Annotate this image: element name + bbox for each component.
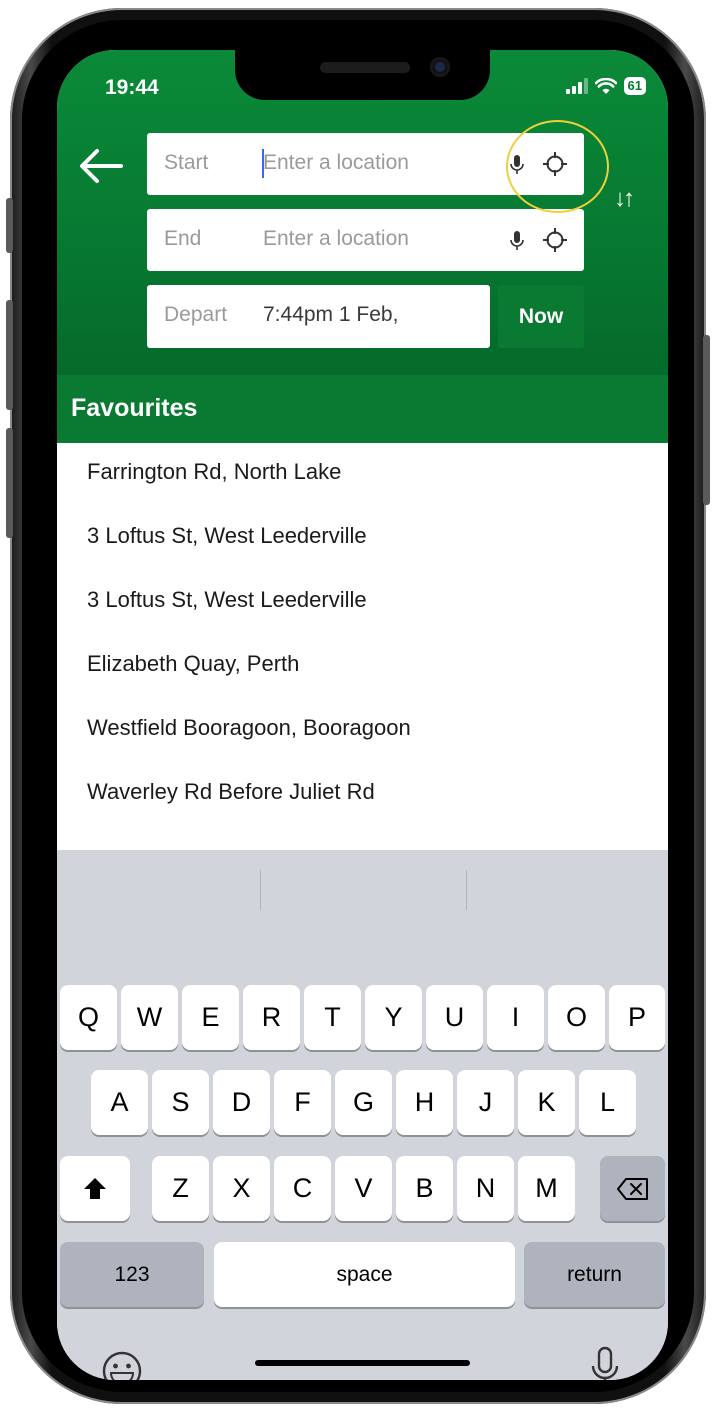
depart-time-field[interactable]: Depart 7:44pm 1 Feb, — [147, 285, 490, 348]
key-h[interactable]: H — [396, 1070, 453, 1135]
now-button[interactable]: Now — [498, 285, 584, 348]
favourites-title: Favourites — [71, 394, 198, 422]
backspace-icon — [616, 1178, 648, 1200]
key-j[interactable]: J — [457, 1070, 514, 1135]
key-i[interactable]: I — [487, 985, 544, 1050]
key-u[interactable]: U — [426, 985, 483, 1050]
wifi-icon — [594, 77, 617, 94]
list-item[interactable]: 3 Loftus St, West Leederville — [57, 507, 668, 571]
key-l[interactable]: L — [579, 1070, 636, 1135]
key-q[interactable]: Q — [60, 985, 117, 1050]
phone-screen: 19:44 61 Start Enter a location End Ente… — [57, 50, 668, 1380]
key-p[interactable]: P — [609, 985, 665, 1050]
return-key[interactable]: return — [524, 1242, 665, 1307]
list-item[interactable]: Waverley Rd Before Juliet Rd — [57, 763, 668, 827]
key-d[interactable]: D — [213, 1070, 270, 1135]
key-k[interactable]: K — [518, 1070, 575, 1135]
shift-icon — [84, 1178, 106, 1199]
list-item[interactable]: Elizabeth Quay, Perth — [57, 635, 668, 699]
key-x[interactable]: X — [213, 1156, 270, 1221]
side-button — [6, 198, 13, 253]
depart-time-value[interactable]: 7:44pm 1 Feb, — [263, 303, 398, 327]
trip-planner-header: 19:44 61 Start Enter a location End Ente… — [57, 50, 668, 375]
key-f[interactable]: F — [274, 1070, 331, 1135]
battery-icon: 61 — [623, 77, 646, 95]
key-r[interactable]: R — [243, 985, 300, 1050]
list-item[interactable]: 3 Loftus St, West Leederville — [57, 571, 668, 635]
key-w[interactable]: W — [121, 985, 178, 1050]
key-a[interactable]: A — [91, 1070, 148, 1135]
key-y[interactable]: Y — [365, 985, 422, 1050]
end-location-input[interactable]: Enter a location — [263, 227, 409, 251]
speaker — [320, 62, 410, 73]
side-button — [6, 428, 13, 538]
signal-icon — [565, 78, 588, 94]
list-item[interactable]: Westfield Booragoon, Booragoon — [57, 699, 668, 763]
emoji-icon[interactable] — [101, 1350, 143, 1380]
key-c[interactable]: C — [274, 1156, 331, 1221]
current-location-icon[interactable] — [543, 228, 567, 252]
side-button — [6, 300, 13, 410]
list-item[interactable]: Farrington Rd, North Lake — [57, 443, 668, 507]
suggestion-divider — [260, 870, 261, 910]
depart-label: Depart — [164, 303, 228, 326]
space-key[interactable]: space — [214, 1242, 515, 1307]
on-screen-keyboard: Q W E R T Y U I O P A S D F G H J K L Z … — [57, 850, 668, 1380]
suggestion-divider — [466, 870, 467, 910]
key-o[interactable]: O — [548, 985, 605, 1050]
key-g[interactable]: G — [335, 1070, 392, 1135]
key-n[interactable]: N — [457, 1156, 514, 1221]
favourites-list: Farrington Rd, North Lake 3 Loftus St, W… — [57, 443, 668, 827]
shift-key[interactable] — [60, 1156, 130, 1221]
camera — [430, 57, 450, 77]
key-m[interactable]: M — [518, 1156, 575, 1221]
status-time: 19:44 — [105, 76, 159, 99]
key-t[interactable]: T — [304, 985, 361, 1050]
key-e[interactable]: E — [182, 985, 239, 1050]
home-indicator[interactable] — [255, 1360, 470, 1366]
notch — [235, 50, 490, 100]
delete-key[interactable] — [600, 1156, 665, 1221]
key-s[interactable]: S — [152, 1070, 209, 1135]
key-z[interactable]: Z — [152, 1156, 209, 1221]
status-indicators: 61 — [565, 77, 646, 95]
swap-locations-icon[interactable]: ↓↑ — [614, 185, 635, 213]
dictation-microphone-icon[interactable] — [589, 1346, 621, 1380]
microphone-icon[interactable] — [507, 229, 527, 253]
key-v[interactable]: V — [335, 1156, 392, 1221]
favourites-header: Favourites — [57, 375, 668, 443]
back-arrow-icon[interactable] — [77, 146, 125, 186]
numbers-key[interactable]: 123 — [60, 1242, 204, 1307]
key-b[interactable]: B — [396, 1156, 453, 1221]
end-label: End — [164, 227, 202, 250]
highlight-ring — [506, 120, 609, 213]
start-label: Start — [164, 151, 209, 174]
end-location-field[interactable]: End Enter a location — [147, 209, 584, 271]
start-location-input[interactable]: Enter a location — [263, 151, 409, 175]
side-button — [703, 335, 710, 505]
